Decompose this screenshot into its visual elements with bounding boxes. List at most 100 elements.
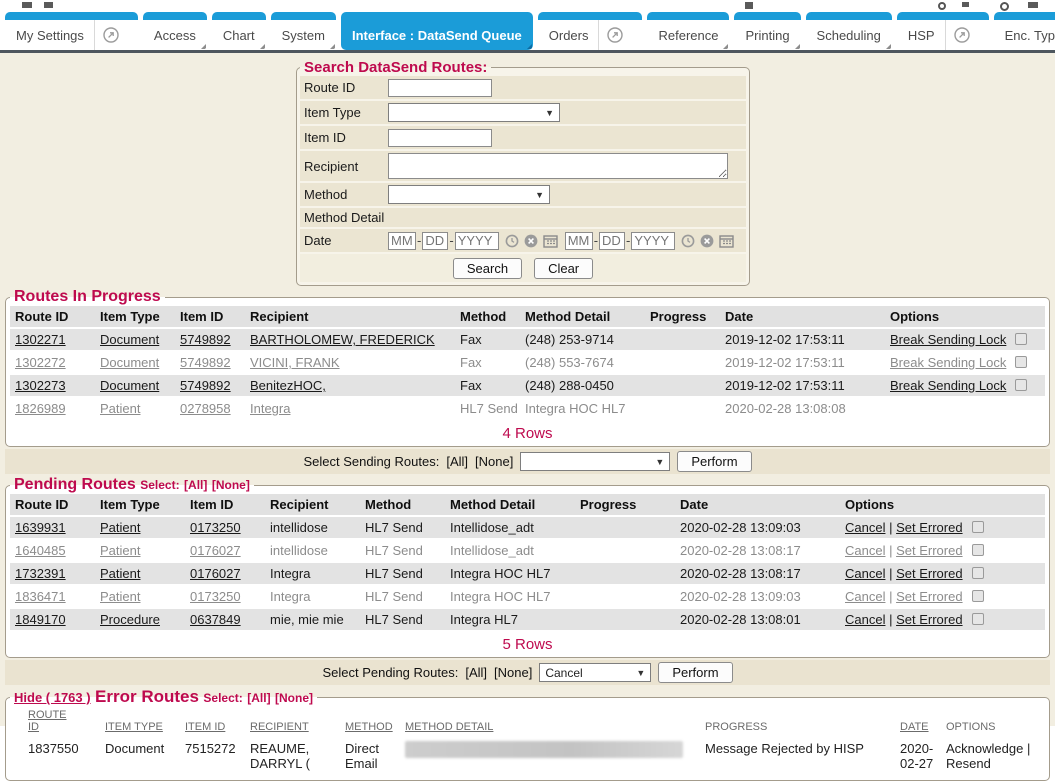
break-sending-lock-link[interactable]: Break Sending Lock <box>890 355 1006 370</box>
set-errored-link[interactable]: Set Errored <box>896 589 962 604</box>
date-to-year-input[interactable] <box>631 232 675 250</box>
pending-bar-none-link[interactable]: [None] <box>494 665 532 680</box>
route-id-input[interactable] <box>388 79 492 97</box>
tab-popout-button[interactable] <box>94 20 127 50</box>
column-header-item-id[interactable]: ITEM ID <box>180 707 245 736</box>
cancel-link[interactable]: Cancel <box>845 543 885 558</box>
set-errored-link[interactable]: Set Errored <box>896 520 962 535</box>
break-sending-lock-link[interactable]: Break Sending Lock <box>890 332 1006 347</box>
cancel-link[interactable]: Cancel <box>845 612 885 627</box>
tab-reference[interactable]: Reference <box>647 12 729 50</box>
item-id-link[interactable]: 0173250 <box>190 589 241 604</box>
route-id-link[interactable]: 1826989 <box>15 401 66 416</box>
item-type-link[interactable]: Document <box>100 332 159 347</box>
tab-access[interactable]: Access <box>143 12 207 50</box>
clock-icon[interactable] <box>505 234 519 248</box>
route-id-link[interactable]: 1302273 <box>15 378 66 393</box>
row-checkbox[interactable] <box>972 613 984 625</box>
popout-icon[interactable] <box>954 27 970 43</box>
set-errored-link[interactable]: Set Errored <box>896 566 962 581</box>
item-type-link[interactable]: Procedure <box>100 612 160 627</box>
sending-select-all-link[interactable]: [All] <box>446 454 468 469</box>
hide-error-routes-link[interactable]: Hide ( 1763 ) <box>14 690 91 705</box>
item-id-link[interactable]: 0278958 <box>180 401 231 416</box>
date-to-month-input[interactable] <box>565 232 593 250</box>
route-id-link[interactable]: 1639931 <box>15 520 66 535</box>
search-button[interactable]: Search <box>453 258 522 279</box>
item-id-link[interactable]: 0637849 <box>190 612 241 627</box>
date-from-month-input[interactable] <box>388 232 416 250</box>
pending-select-none-link[interactable]: [None] <box>212 478 250 492</box>
route-id-link[interactable]: 1640485 <box>15 543 66 558</box>
route-id-link[interactable]: 1732391 <box>15 566 66 581</box>
row-checkbox[interactable] <box>972 521 984 533</box>
tab-popout-button[interactable] <box>598 20 631 50</box>
item-id-link[interactable]: 0173250 <box>190 520 241 535</box>
item-type-link[interactable]: Patient <box>100 520 140 535</box>
row-checkbox[interactable] <box>1015 379 1027 391</box>
clear-date-icon[interactable] <box>700 234 714 248</box>
tab-enc-types[interactable]: Enc. Types <box>994 12 1055 50</box>
column-header-date[interactable]: DATE <box>895 707 941 736</box>
cancel-link[interactable]: Cancel <box>845 566 885 581</box>
tab-chart[interactable]: Chart <box>212 12 266 50</box>
set-errored-link[interactable]: Set Errored <box>896 543 962 558</box>
clear-date-icon[interactable] <box>524 234 538 248</box>
item-id-input[interactable] <box>388 129 492 147</box>
tab-interface-datasend-queue[interactable]: Interface : DataSend Queue <box>341 12 533 50</box>
tab-printing[interactable]: Printing <box>734 12 800 50</box>
row-checkbox[interactable] <box>972 544 984 556</box>
cancel-link[interactable]: Cancel <box>845 589 885 604</box>
break-sending-lock-link[interactable]: Break Sending Lock <box>890 378 1006 393</box>
date-to-day-input[interactable] <box>599 232 625 250</box>
tab-popout-button[interactable] <box>945 20 978 50</box>
route-id-link[interactable]: 1302272 <box>15 355 66 370</box>
tab-hsp[interactable]: HSP <box>897 12 989 50</box>
column-header-route-id[interactable]: ROUTE ID <box>10 707 100 736</box>
column-header-recipient[interactable]: RECIPIENT <box>245 707 340 736</box>
date-from-year-input[interactable] <box>455 232 499 250</box>
item-type-select[interactable]: ▼ <box>388 103 560 122</box>
item-id-link[interactable]: 0176027 <box>190 543 241 558</box>
error-select-none-link[interactable]: [None] <box>275 691 313 705</box>
item-type-link[interactable]: Document <box>100 378 159 393</box>
row-checkbox[interactable] <box>972 590 984 602</box>
tab-my-settings[interactable]: My Settings <box>5 12 138 50</box>
error-select-all-link[interactable]: [All] <box>247 691 270 705</box>
item-type-link[interactable]: Patient <box>100 401 140 416</box>
route-id-link[interactable]: 1302271 <box>15 332 66 347</box>
column-header-method[interactable]: METHOD <box>340 707 400 736</box>
column-header-item-type[interactable]: ITEM TYPE <box>100 707 180 736</box>
row-checkbox[interactable] <box>972 567 984 579</box>
popout-icon[interactable] <box>607 27 623 43</box>
clock-icon[interactable] <box>681 234 695 248</box>
calendar-icon[interactable] <box>719 234 734 248</box>
sending-perform-button[interactable]: Perform <box>677 451 751 472</box>
cancel-link[interactable]: Cancel <box>845 520 885 535</box>
item-id-link[interactable]: 5749892 <box>180 378 231 393</box>
route-id-link[interactable]: 1836471 <box>15 589 66 604</box>
clear-button[interactable]: Clear <box>534 258 593 279</box>
item-id-link[interactable]: 0176027 <box>190 566 241 581</box>
date-from-day-input[interactable] <box>422 232 448 250</box>
column-header-method-detail[interactable]: METHOD DETAIL <box>400 707 700 736</box>
tab-system[interactable]: System <box>271 12 336 50</box>
sending-action-select[interactable]: ▼ <box>520 452 670 471</box>
route-id-link[interactable]: 1849170 <box>15 612 66 627</box>
sending-select-none-link[interactable]: [None] <box>475 454 513 469</box>
item-id-link[interactable]: 5749892 <box>180 355 231 370</box>
recipient-link[interactable]: Integra <box>250 401 290 416</box>
method-select[interactable]: ▼ <box>388 185 550 204</box>
recipient-textarea[interactable] <box>388 153 728 179</box>
item-type-link[interactable]: Document <box>100 355 159 370</box>
popout-icon[interactable] <box>103 27 119 43</box>
tab-orders[interactable]: Orders <box>538 12 643 50</box>
pending-bar-all-link[interactable]: [All] <box>465 665 487 680</box>
row-checkbox[interactable] <box>1015 356 1027 368</box>
row-checkbox[interactable] <box>1015 333 1027 345</box>
item-id-link[interactable]: 5749892 <box>180 332 231 347</box>
pending-select-all-link[interactable]: [All] <box>184 478 207 492</box>
recipient-link[interactable]: VICINI, FRANK <box>250 355 340 370</box>
pending-action-select[interactable]: Cancel ▼ <box>539 663 651 682</box>
pending-perform-button[interactable]: Perform <box>658 662 732 683</box>
